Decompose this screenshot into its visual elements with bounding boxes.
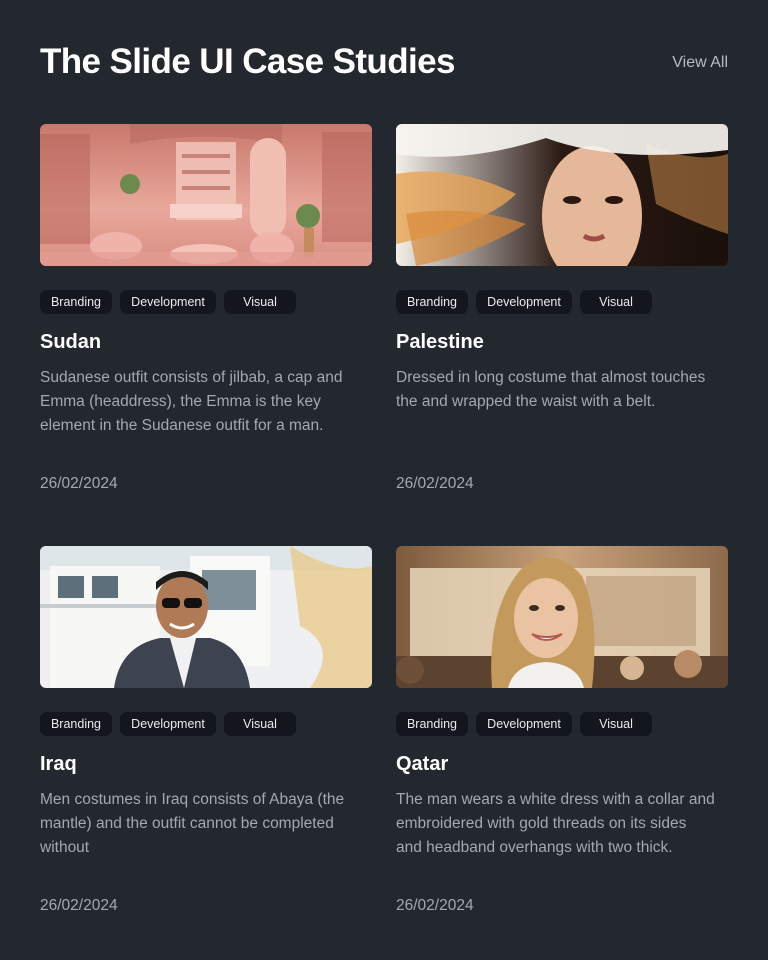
card-title[interactable]: Sudan [40,328,372,356]
tag-list: Branding Development Visual [40,290,372,314]
card-image[interactable] [396,124,728,266]
tag-visual[interactable]: Visual [224,712,296,736]
tag-list: Branding Development Visual [396,712,728,736]
tag-list: Branding Development Visual [40,712,372,736]
card-image[interactable] [396,546,728,688]
card-title[interactable]: Qatar [396,750,728,778]
card-image[interactable] [40,124,372,266]
case-study-card-qatar[interactable]: Branding Development Visual Qatar The ma… [396,546,728,916]
card-description: Men costumes in Iraq consists of Abaya (… [40,791,345,856]
card-title[interactable]: Palestine [396,328,728,356]
smiling-woman-image [396,546,728,688]
tag-development[interactable]: Development [476,712,572,736]
tag-branding[interactable]: Branding [40,290,112,314]
case-study-card-sudan[interactable]: Branding Development Visual Sudan Sudane… [40,124,372,494]
view-all-link[interactable]: View All [672,54,728,72]
tag-list: Branding Development Visual [396,290,728,314]
tag-branding[interactable]: Branding [40,712,112,736]
tag-branding[interactable]: Branding [396,712,468,736]
card-title[interactable]: Iraq [40,750,372,778]
card-date: 26/02/2024 [40,475,118,492]
tag-development[interactable]: Development [476,290,572,314]
tag-development[interactable]: Development [120,712,216,736]
card-description: The man wears a white dress with a colla… [396,791,715,856]
card-date: 26/02/2024 [40,897,118,914]
tag-branding[interactable]: Branding [396,290,468,314]
case-study-card-palestine[interactable]: Branding Development Visual Palestine Dr… [396,124,728,494]
card-description: Sudanese outfit consists of jilbab, a ca… [40,369,343,434]
tag-visual[interactable]: Visual [580,290,652,314]
tag-visual[interactable]: Visual [580,712,652,736]
page-title: The Slide UI Case Studies [40,42,455,81]
card-date: 26/02/2024 [396,897,474,914]
tag-development[interactable]: Development [120,290,216,314]
card-date: 26/02/2024 [396,475,474,492]
section-header: The Slide UI Case Studies View All [40,38,728,86]
woman-portrait-image [396,124,728,266]
case-study-card-iraq[interactable]: Branding Development Visual Iraq Men cos… [40,546,372,916]
card-description: Dressed in long costume that almost touc… [396,369,706,410]
card-image[interactable] [40,546,372,688]
tag-visual[interactable]: Visual [224,290,296,314]
case-studies-page: The Slide UI Case Studies View All Brand… [0,0,768,960]
boutique-interior-image [40,124,372,266]
man-in-suit-image [40,546,372,688]
